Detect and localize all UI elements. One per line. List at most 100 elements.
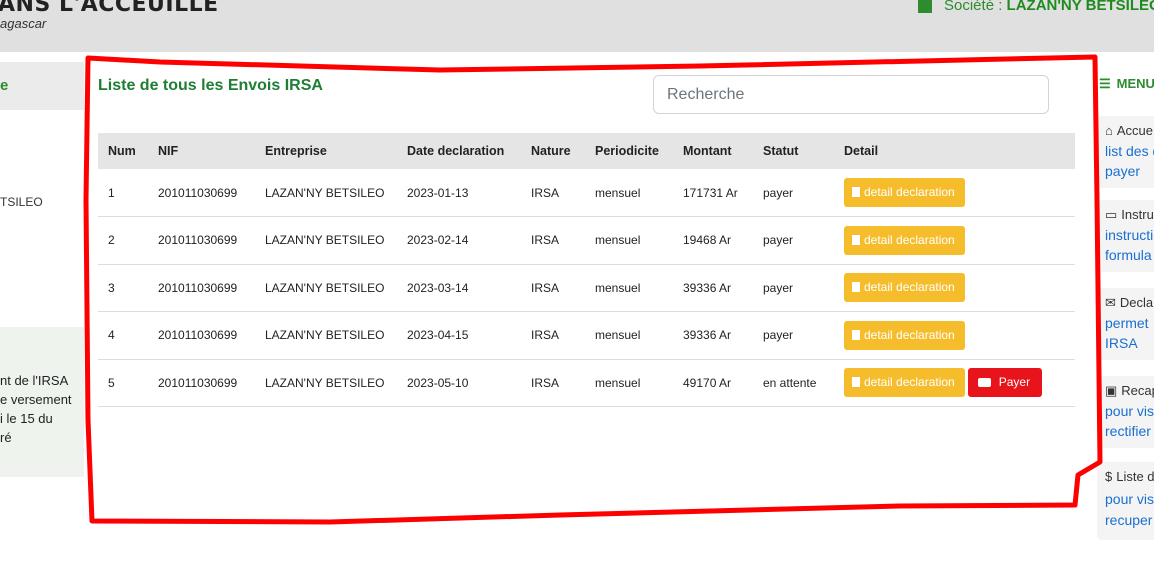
cell-nif: 201011030699 [158,375,238,390]
cell-nature: IRSA [531,280,560,295]
building-icon [918,0,932,13]
menu-item-title: ⌂ Accue [1105,123,1153,138]
detail-declaration-button[interactable]: detail declaration [844,368,965,398]
table-row: 2 201011030699 LAZAN'NY BETSILEO 2023-02… [98,217,1075,264]
column-header: Statut [763,144,799,158]
left-nav-label: e [0,77,9,94]
cell-montant: 39336 Ar [683,328,732,343]
right-menu: ☰ MENU ⌂Accue list des d payer ▭Instru in… [1097,66,1154,574]
societe-label: Société : [944,0,1007,14]
envelope-icon: ✉ [1105,295,1116,310]
file-icon [852,186,860,197]
cell-date: 2023-04-15 [407,328,469,343]
cell-detail: detail declaration [834,312,1075,360]
menu-item-link[interactable]: IRSA [1105,335,1138,351]
table-row: 5 201011030699 LAZAN'NY BETSILEO 2023-05… [98,359,1075,407]
menu-item-link[interactable]: permet [1105,315,1149,331]
cell-montant: 39336 Ar [683,280,732,295]
cell-statut: en attente [763,375,817,390]
cell-periodicite: mensuel [595,375,641,390]
cell-periodicite: mensuel [595,328,641,343]
menu-item-recap[interactable]: ▣Recap pour vis rectifier [1097,376,1154,448]
cell-periodicite: mensuel [595,280,641,295]
cell-statut: payer [763,328,794,343]
detail-declaration-button[interactable]: detail declaration [844,320,965,350]
file-icon [852,282,860,293]
search-input[interactable] [653,75,1049,114]
column-header: Detail [844,144,879,158]
info-line: i le 15 du [0,411,53,426]
menu-item-accueil[interactable]: ⌂Accue list des d payer [1097,116,1154,188]
table-row: 1 201011030699 LAZAN'NY BETSILEO 2023-01… [98,169,1075,217]
cell-montant: 171731 Ar [683,185,738,200]
menu-item-link[interactable]: pour vis [1105,491,1154,507]
pay-button-label: Payer [998,375,1031,390]
cell-montant: 19468 Ar [683,233,732,248]
column-header: Date declaration [407,144,505,158]
menu-item-link[interactable]: rectifier [1105,423,1151,439]
menu-toggle[interactable]: ☰ MENU [1099,76,1154,92]
detail-declaration-button[interactable]: detail declaration [844,225,965,255]
dollar-icon: $ [1105,469,1113,484]
cell-num: 3 [108,280,115,295]
file-icon [852,377,860,388]
page-title: Liste de tous les Envois IRSA [98,77,323,94]
cell-date: 2023-01-13 [407,185,469,200]
info-text: nt de l'IRSA e versement i le 15 du ré [0,371,84,447]
archive-icon: ▣ [1105,383,1118,398]
column-header: Entreprise [265,144,327,158]
menu-item-link[interactable]: formula [1105,247,1152,263]
menu-item-declaration[interactable]: ✉ Declar permet IRSA [1097,288,1154,360]
menu-item-liste[interactable]: $ Liste d pour vis recuper [1097,462,1154,540]
column-header: Montant [683,144,732,158]
column-header: Periodicite [595,144,659,158]
menu-item-title: ▭ Instru [1105,207,1154,223]
table-header-row: Num NIF Entreprise Date declaration Natu… [98,133,1075,169]
detail-button-label: detail declaration [864,327,955,342]
menu-item-title-text: Instru [1121,207,1154,222]
cell-nature: IRSA [531,375,560,390]
menu-item-link[interactable]: list des d [1105,143,1154,159]
payer-button[interactable]: Payer [967,368,1043,398]
cell-detail: detail declaration Payer [834,359,1075,407]
cell-statut: payer [763,233,794,248]
detail-declaration-button[interactable]: detail declaration [844,178,965,207]
cell-nif: 201011030699 [158,328,238,343]
menu-item-link[interactable]: pour vis [1105,403,1154,419]
menu-item-title-text: Declar [1119,295,1154,310]
menu-label: MENU [1116,76,1154,91]
left-nav-item[interactable] [0,62,84,110]
menu-item-title: ▣Recap [1105,383,1154,399]
table-row: 4 201011030699 LAZAN'NY BETSILEO 2023-04… [98,312,1075,360]
detail-declaration-button[interactable]: detail declaration [844,273,965,303]
cell-entreprise: LAZAN'NY BETSILEO [265,233,385,248]
detail-button-label: detail declaration [864,185,955,199]
menu-item-instructions[interactable]: ▭ Instru instructi formula [1097,200,1154,272]
column-header: Num [108,144,136,158]
cell-montant: 49170 Ar [683,375,732,390]
cell-statut: payer [763,185,794,200]
hamburger-icon: ☰ [1099,76,1111,91]
menu-item-title: $ Liste d [1105,469,1154,484]
cell-num: 1 [108,185,115,200]
cell-detail: detail declaration [834,169,1075,217]
menu-item-link[interactable]: instructi [1105,227,1153,243]
payment-icon [977,377,991,387]
app-subtitle: agascar [0,16,47,31]
cell-date: 2023-05-10 [407,375,469,390]
cell-periodicite: mensuel [595,185,641,200]
home-icon: ⌂ [1105,123,1113,138]
detail-button-label: detail declaration [864,375,955,390]
info-box: nt de l'IRSA e versement i le 15 du ré [0,327,84,477]
info-line: e versement [0,392,72,407]
menu-item-link[interactable]: payer [1105,163,1140,179]
menu-item-title-text: Accue [1116,123,1153,138]
detail-button-label: detail declaration [864,280,955,295]
file-icon [852,234,860,245]
app-title: ANS L'ACCEUILLE [0,0,219,17]
info-line: ré [0,430,12,445]
cell-num: 4 [108,328,115,343]
menu-item-link[interactable]: recuper [1105,512,1152,528]
cell-nif: 201011030699 [158,233,238,248]
cell-entreprise: LAZAN'NY BETSILEO [265,375,385,390]
